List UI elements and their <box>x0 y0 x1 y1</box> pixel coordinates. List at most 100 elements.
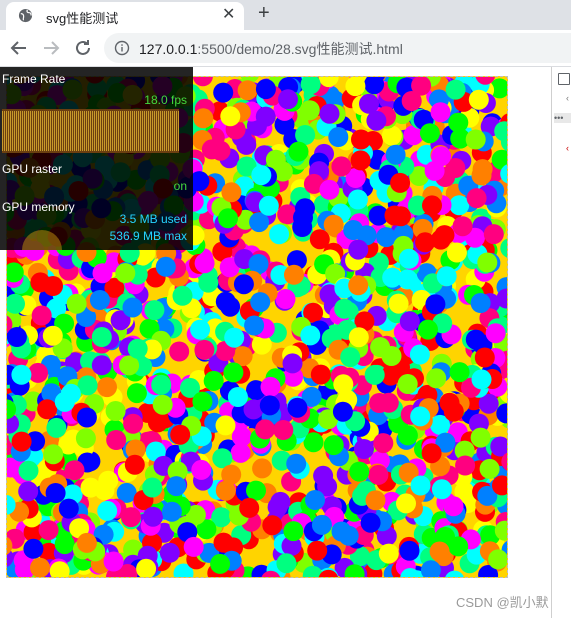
circle <box>42 325 63 346</box>
circle <box>425 294 446 315</box>
circle <box>474 347 495 368</box>
url-text[interactable]: 127.0.0.1:5500/demo/28.svg性能测试.html <box>139 39 403 59</box>
circle <box>155 256 176 277</box>
circle <box>385 144 406 165</box>
circle <box>194 339 215 360</box>
frame-bar <box>118 111 119 151</box>
circle <box>7 327 27 347</box>
frame-bar <box>92 111 93 151</box>
circle <box>364 364 385 385</box>
circle <box>80 477 101 498</box>
frame-bar <box>68 111 69 151</box>
ellipsis-icon[interactable]: ••• <box>554 113 571 123</box>
watermark: CSDN @凯小默 <box>456 595 549 610</box>
circle <box>220 296 241 317</box>
circle <box>103 551 124 572</box>
circle <box>360 512 381 533</box>
circle <box>348 239 369 260</box>
frame-bar <box>66 111 67 151</box>
circle <box>172 285 193 306</box>
browser-toolbar: 127.0.0.1:5500/demo/28.svg性能测试.html <box>0 30 571 67</box>
gpu-raster-value: on <box>173 179 187 193</box>
circle <box>221 182 242 203</box>
circle <box>152 394 173 415</box>
circle <box>443 496 464 517</box>
circle <box>43 444 64 465</box>
circle <box>338 525 359 546</box>
circle <box>422 195 442 216</box>
frame-bar <box>134 111 135 151</box>
frame-bar <box>174 111 175 151</box>
circle <box>485 323 506 344</box>
circle <box>418 319 438 340</box>
circle <box>283 521 304 542</box>
caret-icon[interactable]: ‹ <box>566 93 569 103</box>
circle <box>159 542 180 563</box>
frame-bar <box>172 111 173 151</box>
circle <box>390 172 411 193</box>
frame-bar <box>116 111 117 151</box>
circle <box>122 297 143 318</box>
frame-bar <box>124 111 125 151</box>
circle <box>282 353 303 374</box>
circle <box>373 433 394 454</box>
circle <box>37 399 58 420</box>
circle <box>397 374 418 394</box>
frame-bar <box>48 111 49 151</box>
frame-bar <box>2 111 3 151</box>
frame-bar <box>22 111 23 151</box>
circle <box>191 459 212 480</box>
gpu-memory-gauge <box>22 230 62 250</box>
circle <box>198 272 219 293</box>
circle <box>448 536 469 557</box>
frame-bar <box>158 111 159 151</box>
inspect-icon[interactable] <box>558 73 570 85</box>
circle <box>410 406 431 427</box>
frame-bar <box>74 111 75 151</box>
circle <box>255 106 276 127</box>
circle <box>343 220 364 240</box>
arrow-right-icon[interactable] <box>39 36 63 60</box>
frame-bar <box>132 111 133 151</box>
close-icon[interactable]: ✕ <box>222 7 235 23</box>
frame-rate-graph <box>2 109 179 153</box>
circle <box>23 538 44 559</box>
circle <box>11 431 32 452</box>
address-bar[interactable]: 127.0.0.1:5500/demo/28.svg性能测试.html <box>104 33 571 63</box>
frame-bar <box>122 111 123 151</box>
circle <box>224 327 245 348</box>
circle <box>399 540 420 561</box>
frame-bar <box>144 111 145 151</box>
circle <box>307 540 328 561</box>
frame-bar <box>98 111 99 151</box>
plus-icon[interactable]: + <box>258 3 270 23</box>
arrow-left-icon[interactable] <box>7 36 31 60</box>
frame-bar <box>96 111 97 151</box>
frame-bar <box>32 111 33 151</box>
frame-bar <box>150 111 151 151</box>
circle <box>369 393 390 413</box>
circle <box>479 458 500 479</box>
circle <box>92 263 113 284</box>
circle <box>455 455 476 476</box>
circle <box>345 77 366 97</box>
circle <box>319 103 340 124</box>
browser-tab[interactable]: svg性能测试 ✕ <box>6 2 244 30</box>
frame-bar <box>136 111 137 151</box>
circle <box>449 362 470 383</box>
circle <box>349 461 370 482</box>
circle <box>350 150 371 171</box>
reload-icon[interactable] <box>71 36 95 60</box>
caret-icon[interactable]: ‹ <box>566 143 569 153</box>
info-icon[interactable] <box>114 40 130 56</box>
circle <box>470 427 491 448</box>
circle <box>390 206 411 227</box>
frame-bar <box>108 111 109 151</box>
circle <box>203 370 224 391</box>
circle <box>365 490 386 511</box>
circle <box>270 491 291 512</box>
circle <box>319 179 340 200</box>
circle <box>368 464 389 485</box>
circle <box>293 207 313 228</box>
circle <box>477 252 498 273</box>
